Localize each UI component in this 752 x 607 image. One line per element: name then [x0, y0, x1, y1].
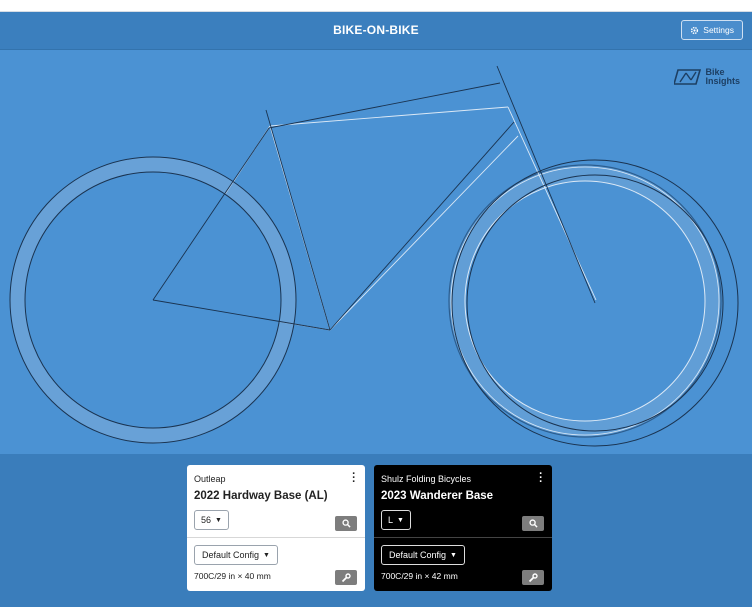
config-dropdown[interactable]: Default Config ▼: [194, 545, 278, 565]
bike-card-1: Outleap · · · 2022 Hardway Base (AL) 56 ▼ …: [187, 465, 365, 591]
bike-overlay-drawing: [9, 65, 739, 447]
size-dropdown[interactable]: 56 ▼: [194, 510, 229, 530]
size-dropdown[interactable]: L ▼: [381, 510, 411, 530]
settings-button[interactable]: Settings: [681, 20, 743, 40]
gear-icon: [691, 26, 699, 34]
caret-down-icon: ▼: [450, 551, 457, 559]
app-title: BIKE-ON-BIKE: [333, 23, 419, 37]
search-button[interactable]: [335, 516, 357, 531]
config-value: Default Config: [389, 550, 447, 560]
card-menu-icon[interactable]: · · ·: [539, 469, 543, 488]
caret-down-icon: ▼: [263, 551, 270, 559]
top-strip: [0, 0, 752, 12]
search-button[interactable]: [522, 516, 544, 531]
bike-card-brand: Outleap: [194, 474, 226, 484]
caret-down-icon: ▼: [215, 516, 222, 524]
logo-line-2: Insights: [705, 76, 740, 86]
bike-insights-logo-icon: [674, 69, 702, 85]
app-header: BIKE-ON-BIKE Settings: [0, 12, 752, 50]
bike-card-model: 2022 Hardway Base (AL): [194, 490, 328, 502]
bike-insights-logo: Bike Insights: [674, 68, 740, 86]
size-value: L: [388, 515, 394, 525]
edit-config-button[interactable]: [335, 570, 357, 585]
card-menu-icon[interactable]: · · ·: [352, 469, 356, 488]
tire-size: 700C/29 in × 40 mm: [194, 571, 271, 581]
card-divider: [374, 537, 552, 538]
config-dropdown[interactable]: Default Config ▼: [381, 545, 465, 565]
tire-size: 700C/29 in × 42 mm: [381, 571, 458, 581]
wrench-icon: [528, 572, 538, 582]
edit-config-button[interactable]: [522, 570, 544, 585]
bike-card-model: 2023 Wanderer Base: [381, 490, 494, 502]
settings-label: Settings: [703, 25, 734, 35]
bike-card-2: Shulz Folding Bicycles · · · 2023 Wanderer…: [374, 465, 552, 591]
search-icon: [341, 519, 351, 528]
bike-card-brand: Shulz Folding Bicycles: [381, 474, 472, 484]
size-value: 56: [201, 515, 212, 525]
search-icon: [528, 519, 538, 528]
wrench-icon: [341, 572, 351, 582]
caret-down-icon: ▼: [397, 516, 404, 524]
bike-comparison-canvas: [0, 50, 752, 454]
card-divider: [187, 537, 365, 538]
config-value: Default Config: [202, 550, 260, 560]
